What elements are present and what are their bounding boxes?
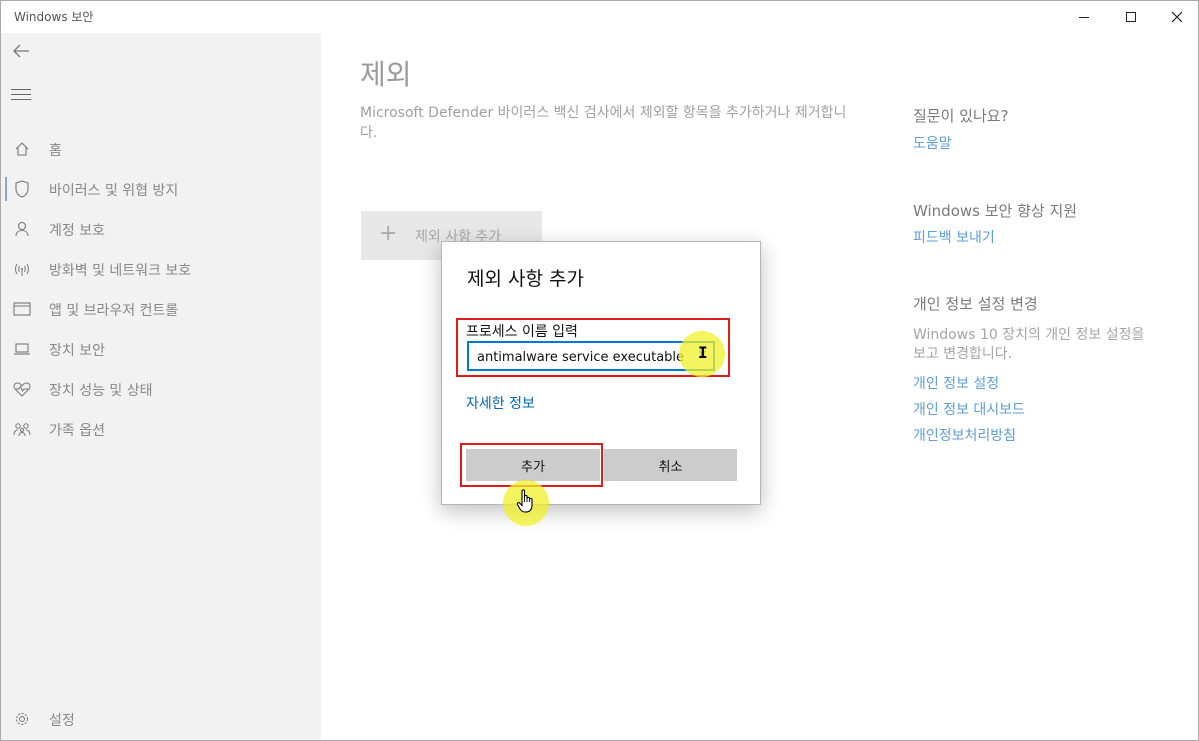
maximize-button[interactable] (1108, 1, 1154, 33)
sidebar-nav: 홈 바이러스 및 위협 방지 계정 보호 방화벽 및 네트워크 보호 앱 및 브… (1, 129, 321, 449)
back-button[interactable] (11, 41, 33, 63)
close-window-button[interactable] (1154, 1, 1198, 33)
settings-label: 설정 (49, 713, 75, 729)
sidebar: 홈 바이러스 및 위협 방지 계정 보호 방화벽 및 네트워크 보호 앱 및 브… (1, 33, 321, 740)
hand-cursor-icon (516, 489, 533, 513)
help-heading: 질문이 있나요? (913, 107, 1009, 125)
sidebar-item-label: 앱 및 브라우저 컨트롤 (49, 303, 179, 319)
wireless-icon (12, 259, 32, 279)
window-title: Windows 보안 (14, 10, 94, 24)
feedback-link[interactable]: 피드백 보내기 (913, 227, 995, 247)
shield-icon (12, 179, 32, 199)
sidebar-item-label: 방화벽 및 네트워크 보호 (49, 263, 192, 279)
privacy-heading: 개인 정보 설정 변경 (913, 295, 1038, 313)
page-title: 제외 (360, 58, 412, 91)
home-icon (12, 139, 32, 159)
minimize-button[interactable] (1061, 1, 1107, 33)
privacy-policy-link[interactable]: 개인정보처리방침 (913, 425, 1016, 445)
laptop-icon (12, 339, 32, 359)
sidebar-item-device-security[interactable]: 장치 보안 (1, 329, 321, 369)
sidebar-item-label: 계정 보호 (49, 223, 105, 239)
active-indicator (5, 177, 7, 201)
sidebar-item-label: 가족 옵션 (49, 423, 105, 439)
sidebar-item-device-health[interactable]: 장치 성능 및 상태 (1, 369, 321, 409)
app-browser-icon (12, 299, 32, 319)
more-info-link[interactable]: 자세한 정보 (466, 393, 535, 413)
sidebar-item-label: 홈 (49, 143, 62, 159)
hamburger-menu-button[interactable] (11, 85, 31, 103)
privacy-dashboard-link[interactable]: 개인 정보 대시보드 (913, 399, 1025, 419)
title-bar: Windows 보안 (1, 1, 1198, 33)
plus-icon: + (379, 221, 398, 246)
privacy-settings-link[interactable]: 개인 정보 설정 (913, 373, 999, 393)
page-description: Microsoft Defender 바이러스 백신 검사에서 제외할 항목을 … (360, 105, 847, 141)
gear-icon (12, 709, 32, 729)
sidebar-item-label: 장치 보안 (49, 343, 105, 359)
sidebar-item-label: 장치 성능 및 상태 (49, 383, 153, 399)
help-link[interactable]: 도움말 (913, 133, 952, 153)
maximize-icon (1126, 12, 1136, 22)
dialog-title: 제외 사항 추가 (467, 268, 584, 290)
sidebar-item-label: 바이러스 및 위협 방지 (49, 183, 179, 199)
text-cursor-icon: I (698, 343, 708, 362)
minimize-icon (1079, 16, 1089, 18)
family-icon (12, 419, 32, 439)
windows-security-window: Windows 보안 홈 바이러스 및 위협 방지 계정 보호 방화벽 및 네트… (0, 0, 1199, 741)
privacy-text: Windows 10 장치의 개인 정보 설정을 보고 변경합니다. (913, 327, 1145, 362)
cancel-button[interactable]: 취소 (604, 449, 737, 481)
sidebar-item-account[interactable]: 계정 보호 (1, 209, 321, 249)
hamburger-menu-icon (11, 89, 31, 90)
sidebar-item-firewall[interactable]: 방화벽 및 네트워크 보호 (1, 249, 321, 289)
back-arrow-icon (13, 44, 29, 58)
sidebar-item-virus-protection[interactable]: 바이러스 및 위협 방지 (1, 169, 321, 209)
sidebar-item-family[interactable]: 가족 옵션 (1, 409, 321, 449)
heart-pulse-icon (12, 379, 32, 399)
sidebar-item-home[interactable]: 홈 (1, 129, 321, 169)
sidebar-item-settings[interactable]: 설정 (1, 699, 321, 739)
improve-heading: Windows 보안 향상 지원 (913, 202, 1078, 220)
sidebar-item-app-browser[interactable]: 앱 및 브라우저 컨트롤 (1, 289, 321, 329)
person-icon (12, 219, 32, 239)
close-icon (1171, 11, 1183, 23)
